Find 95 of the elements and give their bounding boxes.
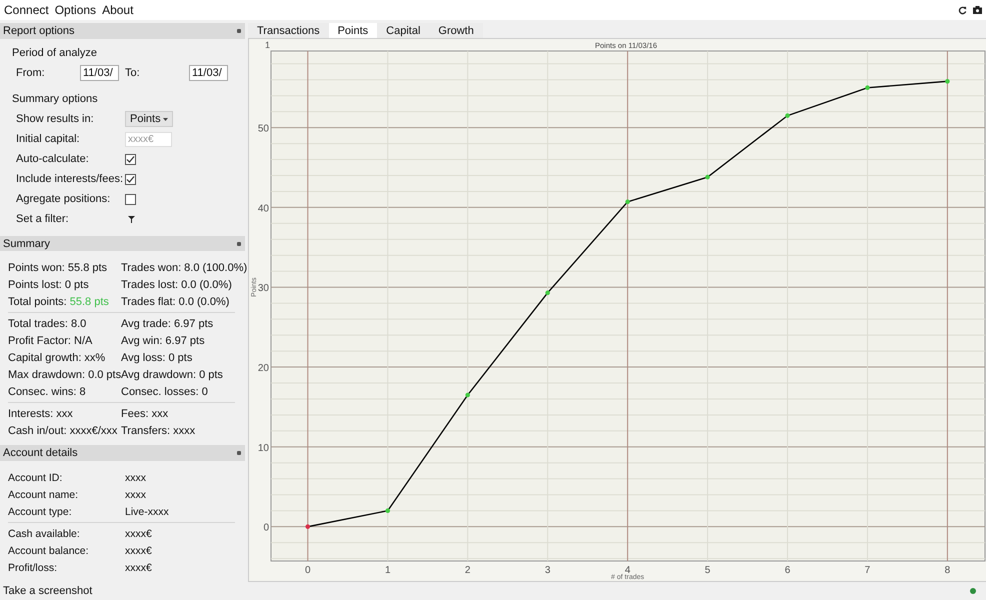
data-point — [385, 508, 390, 514]
summary-text: Trades won: 8.0 (100.0%) — [121, 262, 248, 274]
account-label: Cash available: — [8, 528, 81, 540]
field-label: Initial capital: — [16, 133, 81, 146]
account-value: xxxx — [125, 472, 147, 484]
x-tick-label: 7 — [864, 565, 870, 576]
summary-text: Points won: 55.8 pts — [8, 262, 108, 274]
account-label: Account name: — [8, 488, 80, 501]
section-title: Report options — [3, 24, 75, 37]
summary-text: Avg win: 6.97 pts — [121, 334, 206, 347]
y-tick-label: 40 — [258, 203, 269, 214]
tab[interactable]: Growth — [429, 23, 483, 38]
account-label: Account ID: — [8, 472, 64, 484]
tab[interactable]: Points — [328, 23, 378, 38]
checkbox[interactable] — [125, 174, 136, 185]
collapse-icon[interactable] — [237, 242, 241, 246]
caret-icon — [163, 118, 168, 121]
account-label: Account type: — [8, 506, 73, 518]
checkbox[interactable] — [125, 154, 136, 165]
status-text: Take a screenshot — [3, 585, 92, 597]
account-label: Account balance: — [8, 544, 90, 557]
x-tick-label: 5 — [704, 565, 710, 576]
capital-field[interactable]: xxxx€ — [125, 132, 172, 147]
x-tick-label: 1 — [384, 565, 391, 576]
section-header[interactable]: Account details — [0, 445, 245, 462]
x-tick-label: 6 — [784, 565, 790, 576]
field-label: Agregate positions: — [16, 193, 112, 206]
menu-item[interactable]: Connect — [4, 3, 49, 17]
summary-text: Avg drawdown: 0 pts — [121, 368, 224, 381]
summary-text: Cash in/out: xxxx€/xxx — [8, 424, 118, 437]
date-field[interactable]: 11/03/ — [189, 65, 228, 82]
account-value: Live-xxxx — [125, 506, 170, 518]
x-tick-label: 8 — [944, 565, 950, 576]
y-tick-label: 30 — [258, 283, 269, 294]
section-header[interactable]: Summary — [0, 236, 245, 252]
collapse-icon[interactable] — [237, 451, 241, 456]
x-tick-label: 3 — [544, 565, 550, 576]
refresh-icon[interactable] — [958, 6, 967, 14]
summary-text: Consec. wins: 8 — [8, 386, 87, 398]
data-point — [705, 174, 710, 180]
field-label: From: — [16, 67, 46, 80]
checkbox[interactable] — [125, 194, 136, 205]
tab[interactable]: Transactions — [248, 23, 329, 38]
section-title: Account details — [3, 447, 78, 460]
filter-icon[interactable] — [128, 216, 135, 223]
summary-text: Total trades: 8.0 — [8, 318, 88, 330]
account-value: xxxx€ — [125, 528, 153, 540]
field-label: Set a filter: — [16, 213, 70, 226]
summary-text: Transfers: xxxx — [121, 424, 196, 437]
summary-text: Profit Factor: N/A — [8, 334, 94, 347]
x-tick-label: 2 — [464, 565, 470, 576]
field-label: Auto-calculate: — [16, 153, 90, 166]
chart-corner-label: 1 — [265, 40, 270, 50]
x-tick-label: 0 — [305, 565, 311, 576]
summary-text: Trades flat: 0.0 (0.0%) — [121, 296, 230, 308]
group-title: Summary options — [12, 92, 99, 105]
data-point — [865, 85, 870, 90]
menu-item[interactable]: Options — [54, 3, 96, 17]
camera-icon[interactable] — [973, 6, 982, 14]
y-tick-label: 0 — [263, 522, 269, 534]
account-value: xxxx€ — [125, 562, 153, 574]
section-title: Summary — [3, 238, 50, 250]
y-tick-label: 50 — [258, 124, 269, 135]
summary-text: Points lost: 0 pts — [8, 278, 90, 291]
summary-text: Max drawdown: 0.0 pts — [8, 368, 121, 381]
summary-text: Avg trade: 6.97 pts — [121, 318, 214, 330]
section-header[interactable]: Report options — [0, 23, 245, 39]
y-tick-label: 10 — [258, 442, 269, 454]
summary-text: Fees: xxx — [121, 408, 170, 420]
field-label: Show results in: — [16, 113, 95, 126]
field-label: To: — [124, 67, 141, 80]
data-point — [945, 79, 950, 84]
data-point — [625, 200, 630, 204]
account-value: xxxx — [125, 488, 147, 501]
summary-text: Capital growth: xx% — [8, 352, 106, 364]
data-point — [305, 524, 310, 529]
summary-text: Consec. losses: 0 — [121, 386, 209, 398]
summary-text: Total points: 55.8 pts — [8, 296, 110, 308]
tab[interactable]: Capital — [377, 23, 430, 38]
y-tick-label: 20 — [258, 363, 269, 374]
menu-item[interactable]: About — [102, 3, 134, 17]
field-label: Include interests/fees: — [16, 173, 124, 186]
results-dropdown[interactable]: Points — [125, 111, 173, 128]
summary-text: Trades lost: 0.0 (0.0%) — [121, 278, 233, 291]
date-field[interactable]: 11/03/ — [80, 65, 119, 82]
data-point — [785, 113, 790, 118]
data-point — [465, 392, 470, 398]
x-tick-label: 4 — [624, 565, 630, 576]
group-title: Period of analyze — [12, 46, 98, 59]
summary-text: Interests: xxx — [8, 408, 74, 420]
collapse-icon[interactable] — [237, 28, 241, 33]
account-label: Profit/loss: — [8, 562, 58, 574]
summary-text: Avg loss: 0 pts — [121, 352, 194, 364]
data-point — [545, 290, 550, 296]
account-value: xxxx€ — [125, 544, 153, 557]
